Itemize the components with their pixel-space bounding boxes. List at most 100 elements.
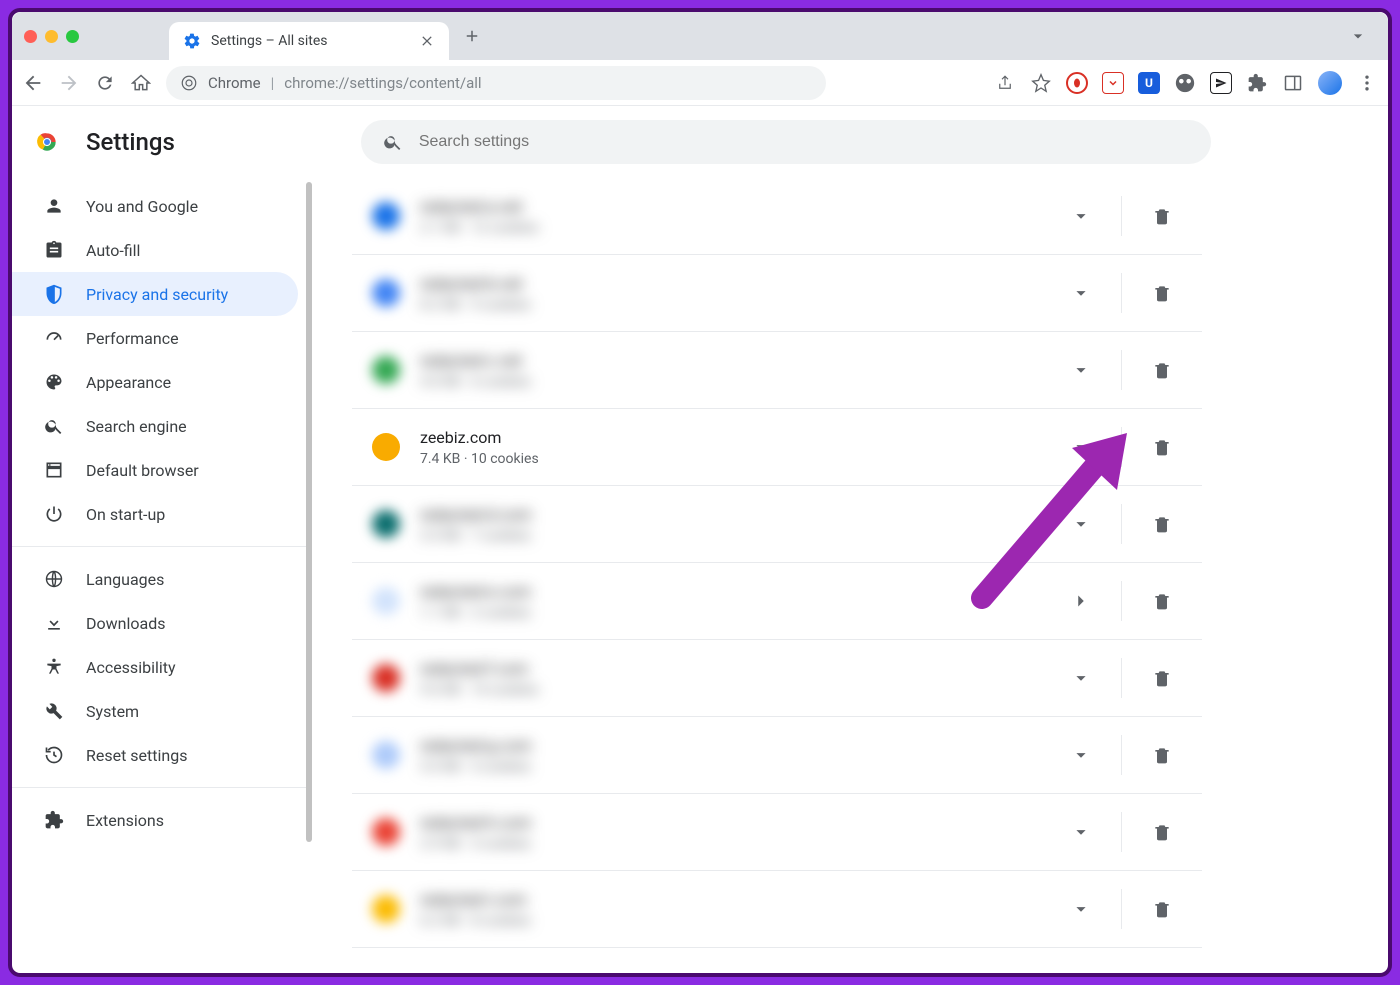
home-button[interactable] (130, 72, 152, 94)
sidebar-item-appearance[interactable]: Appearance (12, 360, 298, 404)
site-row[interactable]: redacted-i.com6.2 KB · 8 cookies (352, 871, 1202, 948)
tab-dropdown-button[interactable] (1348, 26, 1368, 46)
sidebar-item-label: Appearance (86, 373, 171, 392)
extension-bitwarden-icon[interactable]: U (1138, 72, 1160, 94)
browser-icon (44, 460, 64, 480)
sidebar-item-ext[interactable]: Extensions (12, 798, 298, 842)
delete-button[interactable] (1142, 273, 1182, 313)
gear-icon (183, 32, 201, 50)
sidebar-item-you[interactable]: You and Google (12, 184, 298, 228)
extensions-icon[interactable] (1246, 72, 1268, 94)
sidebar-item-label: System (86, 702, 139, 721)
site-favicon (372, 818, 400, 846)
close-window-button[interactable] (24, 30, 37, 43)
reload-button[interactable] (94, 72, 116, 94)
sidebar-item-label: Reset settings (86, 746, 187, 765)
menu-icon[interactable] (1356, 72, 1378, 94)
site-name: redacted-g.com (420, 736, 1041, 755)
site-favicon (372, 279, 400, 307)
settings-header: Settings (12, 106, 1388, 178)
expand-button[interactable] (1061, 350, 1101, 390)
site-meta: 1.1 KB · 2 cookies (420, 605, 1041, 621)
shield-icon (44, 284, 64, 304)
sidebar-item-a11y[interactable]: Accessibility (12, 645, 298, 689)
sidebar-item-label: You and Google (86, 197, 198, 216)
site-meta: 2.1 KB · 12 cookies (420, 220, 1041, 236)
extension-unknown-icon[interactable] (1174, 72, 1196, 94)
site-favicon (372, 356, 400, 384)
assignment-icon (44, 240, 64, 260)
extension-send-icon[interactable] (1210, 72, 1232, 94)
sidebar-item-lang[interactable]: Languages (12, 557, 298, 601)
sidebar-item-reset[interactable]: Reset settings (12, 733, 298, 777)
bookmark-icon[interactable] (1030, 72, 1052, 94)
sidebar-item-search[interactable]: Search engine (12, 404, 298, 448)
site-row[interactable]: redacted-b.net8.2 KB · 9 cookies (352, 255, 1202, 332)
expand-button[interactable] (1061, 273, 1101, 313)
expand-button[interactable] (1061, 196, 1101, 236)
delete-button[interactable] (1142, 504, 1182, 544)
site-favicon (372, 587, 400, 615)
new-tab-button[interactable] (463, 27, 481, 45)
delete-button[interactable] (1142, 581, 1182, 621)
site-row[interactable]: redacted-h.com2.9 KB · 3 cookies (352, 794, 1202, 871)
minimize-window-button[interactable] (45, 30, 58, 43)
maximize-window-button[interactable] (66, 30, 79, 43)
site-favicon (372, 202, 400, 230)
delete-button[interactable] (1142, 812, 1182, 852)
sidebar-item-label: Languages (86, 570, 164, 589)
expand-button[interactable] (1061, 504, 1101, 544)
back-button[interactable] (22, 72, 44, 94)
extension-opera-icon[interactable] (1066, 72, 1088, 94)
sidebar-item-system[interactable]: System (12, 689, 298, 733)
delete-button[interactable] (1142, 889, 1182, 929)
close-tab-button[interactable] (419, 33, 435, 49)
sidebar-item-default[interactable]: Default browser (12, 448, 298, 492)
site-row[interactable]: redacted-c.net4.0 KB · 6 cookies (352, 332, 1202, 409)
sidepanel-icon[interactable] (1282, 72, 1304, 94)
sidebar-item-startup[interactable]: On start-up (12, 492, 298, 536)
extension-icon (44, 810, 64, 830)
site-name: redacted-d.com (420, 505, 1041, 524)
profile-avatar[interactable] (1318, 71, 1342, 95)
share-icon[interactable] (994, 72, 1016, 94)
sidebar-item-perf[interactable]: Performance (12, 316, 298, 360)
window-titlebar: Settings – All sites (12, 12, 1388, 60)
power-icon (44, 504, 64, 524)
site-row[interactable]: redacted-a.net 2.1 KB · 12 cookies (352, 178, 1202, 255)
delete-button[interactable] (1142, 658, 1182, 698)
sidebar-item-autofill[interactable]: Auto-fill (12, 228, 298, 272)
site-favicon (372, 895, 400, 923)
sidebar-item-privacy[interactable]: Privacy and security (12, 272, 298, 316)
site-favicon (372, 741, 400, 769)
url-text: chrome://settings/content/all (284, 74, 481, 92)
site-row[interactable]: redacted-f.com9.6 KB · 14 cookies (352, 640, 1202, 717)
expand-button[interactable] (1061, 735, 1101, 775)
expand-button[interactable] (1061, 889, 1101, 929)
forward-button[interactable] (58, 72, 80, 94)
site-row[interactable]: redacted-g.com 5.5 KB · 5 cookies (352, 717, 1202, 794)
site-info-icon[interactable] (180, 74, 198, 92)
site-row[interactable]: zeebiz.com7.4 KB · 10 cookies (352, 409, 1202, 486)
sidebar-item-label: Search engine (86, 417, 187, 436)
site-name: redacted-a.net (420, 197, 1041, 216)
search-settings-input[interactable] (361, 120, 1211, 164)
search-settings-field[interactable] (419, 133, 1189, 151)
site-row[interactable]: redacted-d.com3.3 KB · 7 cookies (352, 486, 1202, 563)
expand-button[interactable] (1061, 581, 1101, 621)
address-bar[interactable]: Chrome | chrome://settings/content/all (166, 66, 826, 100)
site-row[interactable]: redacted-e.com1.1 KB · 2 cookies (352, 563, 1202, 640)
sidebar-item-dl[interactable]: Downloads (12, 601, 298, 645)
expand-button[interactable] (1061, 812, 1101, 852)
expand-button[interactable] (1061, 427, 1101, 467)
extension-pocket-icon[interactable] (1102, 72, 1124, 94)
site-meta: 7.4 KB · 10 cookies (420, 451, 1041, 467)
browser-tab[interactable]: Settings – All sites (169, 22, 449, 60)
delete-button[interactable] (1142, 427, 1182, 467)
delete-button[interactable] (1142, 735, 1182, 775)
delete-button[interactable] (1142, 196, 1182, 236)
site-meta: 2.9 KB · 3 cookies (420, 836, 1041, 852)
delete-button[interactable] (1142, 350, 1182, 390)
expand-button[interactable] (1061, 658, 1101, 698)
site-meta: 5.5 KB · 5 cookies (420, 759, 1041, 775)
